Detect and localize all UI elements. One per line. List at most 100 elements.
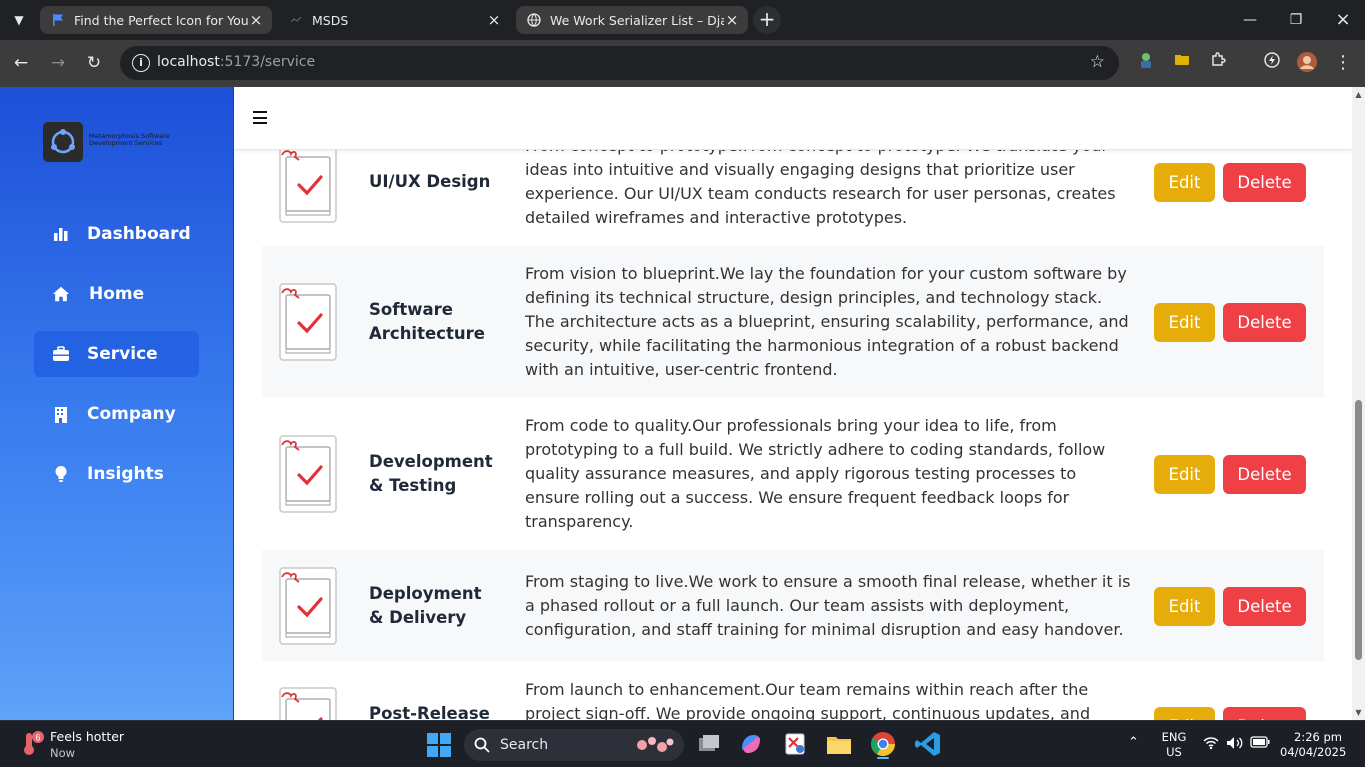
search-placeholder: Search [500, 737, 549, 753]
sidebar-item-label: Home [89, 284, 145, 304]
show-hidden-icons-chevron[interactable]: ⌃ [1128, 735, 1139, 750]
vscode-icon[interactable] [913, 729, 943, 759]
edit-button[interactable]: Edit [1154, 303, 1215, 342]
minimize-icon[interactable]: — [1238, 8, 1262, 32]
service-name: Development & Testing [369, 452, 493, 495]
performance-icon[interactable] [1260, 51, 1284, 75]
edit-button[interactable]: Edit [1154, 587, 1215, 626]
task-view-icon[interactable] [694, 729, 724, 759]
top-bar [234, 87, 1352, 150]
sidebar: Metamorphosis Software Development Servi… [0, 87, 234, 720]
delete-button[interactable]: Delete [1223, 707, 1306, 720]
wifi-icon[interactable] [1203, 736, 1219, 754]
service-description: From staging to live.We work to ensure a… [525, 572, 1131, 639]
tab-django[interactable]: We Work Serializer List – Django × [516, 6, 748, 34]
browser-toolbar: ← → ↻ i localhost:5173/service ☆ ⋮ [0, 40, 1365, 87]
table-row: Development & Testing From code to quali… [262, 398, 1324, 550]
file-explorer-icon[interactable] [824, 729, 854, 759]
browser-menu-icon[interactable]: ⋮ [1331, 51, 1355, 75]
windows-taskbar: 6 Feels hotter Now Search ⌃ ENG US 2:26 … [0, 720, 1365, 767]
taskbar-search[interactable]: Search [464, 729, 684, 761]
volume-icon[interactable] [1226, 736, 1244, 754]
sidebar-item-service[interactable]: Service [34, 331, 199, 377]
profile-avatar-icon[interactable] [1295, 51, 1319, 75]
table-row: Deployment & Delivery From staging to li… [262, 550, 1324, 662]
laptop-check-icon [279, 145, 337, 223]
close-icon[interactable]: × [724, 12, 740, 28]
extensions-puzzle-icon[interactable] [1206, 51, 1230, 75]
main-content: UI/UX Design From concept to prototype.F… [234, 87, 1352, 720]
sidebar-item-label: Company [87, 404, 176, 424]
edit-button[interactable]: Edit [1154, 163, 1215, 202]
delete-button[interactable]: Delete [1223, 303, 1306, 342]
tab-title: We Work Serializer List – Django [550, 12, 724, 28]
sidebar-item-insights[interactable]: Insights [34, 451, 199, 497]
lightbulb-icon [52, 465, 70, 483]
reload-icon[interactable]: ↻ [82, 51, 106, 75]
weather-title[interactable]: Feels hotter [50, 729, 124, 744]
service-description: From vision to blueprint.We lay the foun… [525, 264, 1129, 379]
delete-button[interactable]: Delete [1223, 163, 1306, 202]
building-icon [52, 405, 70, 423]
edit-button[interactable]: Edit [1154, 707, 1215, 720]
table-row: Post-Release & Support From launch to en… [262, 662, 1324, 720]
delete-button[interactable]: Delete [1223, 587, 1306, 626]
weather-subtitle: Now [50, 746, 76, 760]
edit-button[interactable]: Edit [1154, 455, 1215, 494]
delete-button[interactable]: Delete [1223, 455, 1306, 494]
hamburger-menu-icon[interactable] [253, 111, 267, 124]
sidebar-item-home[interactable]: Home [34, 271, 199, 317]
page-scrollbar[interactable]: ▲ ▼ [1352, 87, 1365, 720]
search-icon [474, 737, 490, 753]
restore-icon[interactable]: ❐ [1284, 8, 1308, 32]
close-window-icon[interactable]: × [1331, 8, 1355, 32]
browser-tab-bar: ▼ Find the Perfect Icon for Your Pr × MS… [0, 0, 1365, 40]
windows-start-icon[interactable] [427, 733, 451, 757]
tab-msds[interactable]: MSDS × [278, 6, 510, 34]
sidebar-item-dashboard[interactable]: Dashboard [34, 211, 199, 257]
battery-icon[interactable] [1250, 736, 1270, 752]
extension-avatar-icon[interactable] [1134, 51, 1158, 75]
back-icon[interactable]: ← [9, 51, 33, 75]
site-info-icon[interactable]: i [132, 54, 150, 72]
sidebar-item-company[interactable]: Company [34, 391, 199, 437]
thermometer-icon[interactable]: 6 [18, 729, 44, 757]
weather-badge: 6 [35, 733, 40, 743]
service-description: From code to quality.Our professionals b… [525, 416, 1106, 531]
new-tab-button[interactable]: + [753, 6, 781, 34]
close-icon[interactable]: × [486, 12, 502, 28]
copilot-icon[interactable] [736, 729, 766, 759]
laptop-check-icon [279, 567, 337, 645]
service-name: Software Architecture [369, 300, 485, 343]
extension-folder-icon[interactable] [1170, 51, 1194, 75]
sidebar-item-label: Dashboard [87, 224, 191, 244]
service-name: Deployment & Delivery [369, 584, 482, 627]
scroll-thumb[interactable] [1355, 400, 1362, 660]
service-name: UI/UX Design [369, 172, 491, 191]
forward-icon[interactable]: → [46, 51, 70, 75]
language-indicator[interactable]: ENG US [1160, 730, 1188, 760]
url-text[interactable]: localhost:5173/service [157, 54, 315, 70]
close-icon[interactable]: × [248, 12, 264, 28]
tab-title: Find the Perfect Icon for Your Pr [74, 12, 248, 28]
globe-icon [526, 12, 542, 28]
scroll-down-icon[interactable]: ▼ [1354, 708, 1363, 717]
service-name: Post-Release & Support [369, 704, 490, 720]
snipping-tool-icon[interactable] [780, 729, 810, 759]
flag-icon [50, 12, 66, 28]
flowers-icon [634, 733, 676, 757]
sidebar-item-label: Insights [87, 464, 164, 484]
service-description: From launch to enhancement.Our team rema… [525, 680, 1091, 720]
company-logo[interactable] [43, 122, 83, 162]
scroll-up-icon[interactable]: ▲ [1354, 90, 1363, 99]
tab-icon-finder[interactable]: Find the Perfect Icon for Your Pr × [40, 6, 272, 34]
address-bar[interactable]: i localhost:5173/service ☆ [120, 46, 1119, 80]
tab-search-chevron-icon[interactable]: ▼ [8, 10, 30, 30]
laptop-check-icon [279, 283, 337, 361]
chrome-icon[interactable] [868, 729, 898, 759]
chart-bar-icon [52, 225, 70, 243]
laptop-check-icon [279, 435, 337, 513]
table-row: Software Architecture From vision to blu… [262, 246, 1324, 398]
clock[interactable]: 2:26 pm 04/04/2025 [1280, 730, 1346, 760]
bookmark-star-icon[interactable]: ☆ [1090, 52, 1105, 72]
